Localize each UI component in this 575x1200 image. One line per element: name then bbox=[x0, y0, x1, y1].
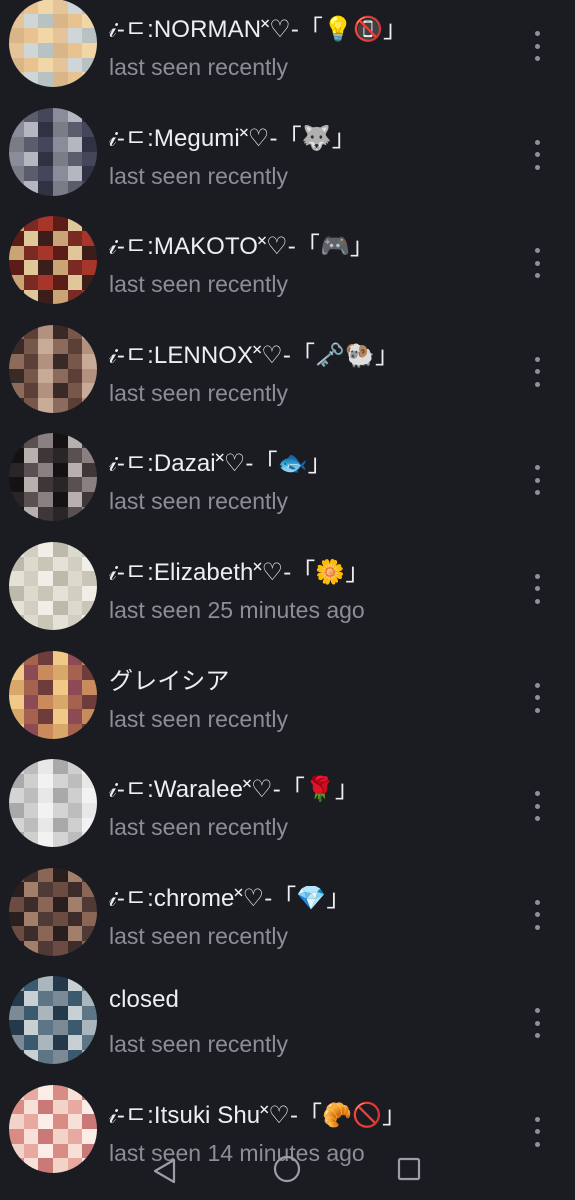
contact-name: 𝒾-ㄷ:chrome˟♡-「💎」 bbox=[109, 884, 351, 912]
contact-status: last seen recently bbox=[109, 162, 288, 189]
contact-status: last seen recently bbox=[109, 922, 288, 949]
contact-row[interactable]: 𝒾-ㄷ:MAKOTO˟♡-「🎮」 last seen recently bbox=[0, 206, 575, 315]
contact-status: last seen recently bbox=[109, 488, 288, 515]
contact-list: 𝒾-ㄷ:NORMAN˟♡-「💡📵」 last seen recently 𝒾-ㄷ:M… bbox=[0, 0, 575, 1184]
contact-name: 𝒾-ㄷ:MAKOTO˟♡-「🎮」 bbox=[109, 233, 375, 261]
contact-row[interactable]: 𝒾-ㄷ:Elizabeth˟♡-「🌼」 last seen 25 minutes … bbox=[0, 532, 575, 641]
contact-row[interactable]: 𝒾-ㄷ:Waralee˟♡-「🌹」 last seen recently bbox=[0, 749, 575, 858]
menu-dot bbox=[534, 924, 540, 930]
menu-dot bbox=[534, 682, 540, 688]
avatar[interactable] bbox=[9, 650, 97, 739]
contact-name: 𝒾-ㄷ:NORMAN˟♡-「💡📵」 bbox=[109, 16, 408, 43]
menu-dot bbox=[534, 707, 540, 713]
menu-dot bbox=[534, 369, 540, 375]
menu-dot bbox=[534, 1129, 540, 1135]
avatar[interactable] bbox=[9, 541, 97, 630]
menu-dot bbox=[534, 260, 540, 266]
contact-status: last seen recently bbox=[109, 814, 288, 841]
contact-row[interactable]: closed last seen recently bbox=[0, 966, 575, 1075]
contact-status: last seen recently bbox=[109, 705, 288, 732]
menu-dot bbox=[534, 356, 540, 362]
more-options-icon[interactable] bbox=[526, 139, 548, 170]
avatar[interactable] bbox=[9, 759, 97, 848]
more-options-icon[interactable] bbox=[526, 1008, 548, 1039]
contact-row[interactable]: 𝒾-ㄷ:LENNOX˟♡-「🗝️🐏」 last seen recently bbox=[0, 315, 575, 424]
more-options-icon[interactable] bbox=[526, 465, 548, 496]
menu-dot bbox=[534, 477, 540, 483]
avatar[interactable] bbox=[9, 976, 97, 1065]
avatar[interactable] bbox=[9, 107, 97, 196]
menu-dot bbox=[534, 791, 540, 797]
menu-dot bbox=[534, 465, 540, 471]
menu-dot bbox=[534, 164, 540, 170]
contact-status: last seen recently bbox=[109, 271, 288, 298]
menu-dot bbox=[534, 586, 540, 592]
menu-dot bbox=[534, 248, 540, 254]
menu-dot bbox=[534, 381, 540, 387]
system-navigation-bar bbox=[0, 1140, 575, 1200]
contact-row[interactable]: 𝒾-ㄷ:chrome˟♡-「💎」 last seen recently bbox=[0, 858, 575, 967]
avatar[interactable] bbox=[9, 0, 97, 87]
menu-dot bbox=[534, 695, 540, 701]
avatar[interactable] bbox=[9, 867, 97, 956]
menu-dot bbox=[534, 31, 540, 36]
home-icon[interactable] bbox=[272, 1154, 302, 1184]
more-options-icon[interactable] bbox=[526, 573, 548, 604]
contact-row[interactable]: 𝒾-ㄷ:Dazai˟♡-「🐟」 last seen recently bbox=[0, 423, 575, 532]
more-options-icon[interactable] bbox=[526, 682, 548, 713]
more-options-icon[interactable] bbox=[526, 899, 548, 930]
menu-dot bbox=[534, 912, 540, 918]
more-options-icon[interactable] bbox=[526, 31, 548, 61]
menu-dot bbox=[534, 152, 540, 158]
contact-name: 𝒾-ㄷ:LENNOX˟♡-「🗝️🐏」 bbox=[109, 341, 400, 369]
menu-dot bbox=[534, 573, 540, 579]
recents-icon[interactable] bbox=[397, 1157, 421, 1181]
menu-dot bbox=[534, 43, 540, 49]
avatar[interactable] bbox=[9, 216, 97, 305]
back-icon[interactable] bbox=[150, 1156, 180, 1186]
menu-dot bbox=[534, 56, 540, 61]
avatar[interactable] bbox=[9, 324, 97, 413]
contact-row[interactable]: グレイシア last seen recently bbox=[0, 641, 575, 750]
contact-row[interactable]: 𝒾-ㄷ:NORMAN˟♡-「💡📵」 last seen recently bbox=[0, 0, 575, 98]
menu-dot bbox=[534, 1116, 540, 1122]
contact-name: closed bbox=[109, 986, 179, 1014]
more-options-icon[interactable] bbox=[526, 356, 548, 387]
contact-name: 𝒾-ㄷ:Itsuki Shu˟♡-「🥐🚫」 bbox=[109, 1101, 407, 1129]
menu-dot bbox=[534, 816, 540, 822]
contact-name: 𝒾-ㄷ:Megumi˟♡-「🐺」 bbox=[109, 124, 356, 152]
menu-dot bbox=[534, 490, 540, 496]
menu-dot bbox=[534, 1033, 540, 1039]
more-options-icon[interactable] bbox=[526, 791, 548, 822]
menu-dot bbox=[534, 899, 540, 905]
menu-dot bbox=[534, 139, 540, 145]
menu-dot bbox=[534, 273, 540, 279]
avatar[interactable] bbox=[9, 433, 97, 522]
contact-status: last seen recently bbox=[109, 379, 288, 406]
contact-name: 𝒾-ㄷ:Waralee˟♡-「🌹」 bbox=[109, 776, 360, 804]
contact-name: 𝒾-ㄷ:Elizabeth˟♡-「🌼」 bbox=[109, 558, 370, 586]
contact-status: last seen 25 minutes ago bbox=[109, 596, 365, 623]
contact-name: 𝒾-ㄷ:Dazai˟♡-「🐟」 bbox=[109, 450, 332, 478]
menu-dot bbox=[534, 803, 540, 809]
menu-dot bbox=[534, 598, 540, 604]
menu-dot bbox=[534, 1008, 540, 1014]
menu-dot bbox=[534, 1020, 540, 1026]
contact-name: グレイシア bbox=[109, 667, 230, 695]
contact-status: last seen recently bbox=[109, 1031, 288, 1058]
contact-row[interactable]: 𝒾-ㄷ:Megumi˟♡-「🐺」 last seen recently bbox=[0, 98, 575, 207]
more-options-icon[interactable] bbox=[526, 248, 548, 279]
contact-status: last seen recently bbox=[109, 54, 288, 80]
